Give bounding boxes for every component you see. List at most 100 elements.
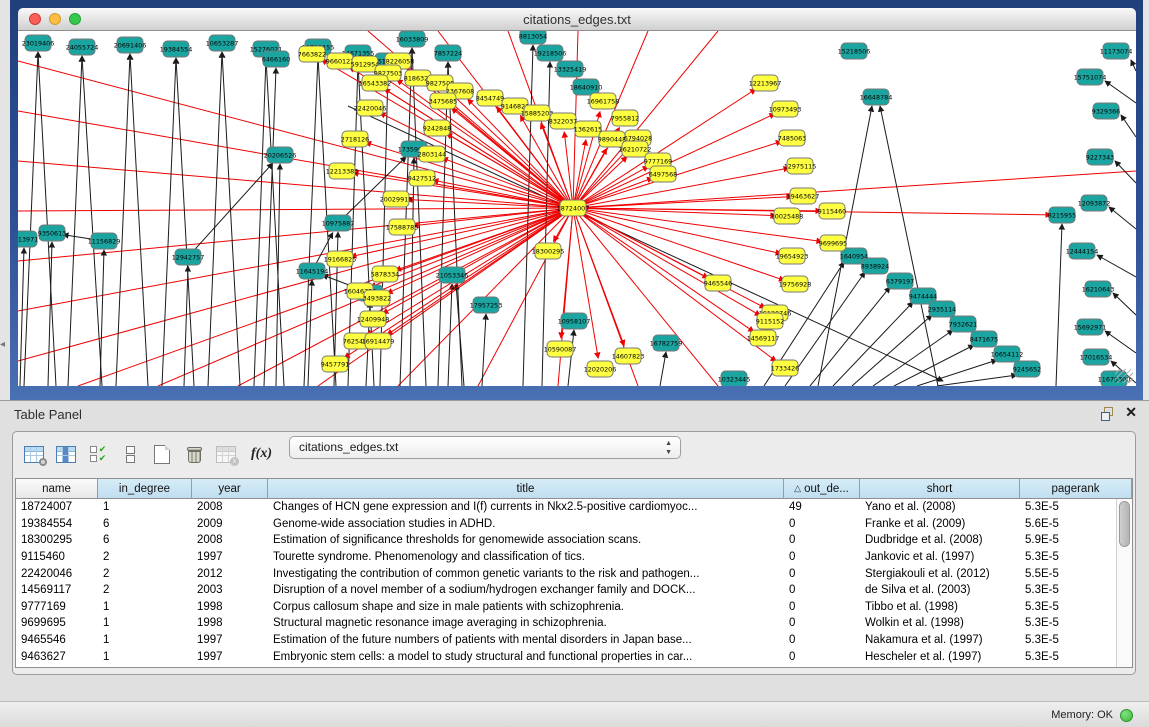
table-cell[interactable]: 18300295 <box>16 534 98 546</box>
table-cell[interactable]: 2 <box>98 568 192 580</box>
graph-node[interactable]: 18300295 <box>532 243 565 259</box>
graph-edge[interactable] <box>456 284 464 386</box>
graph-node[interactable]: 9699695 <box>819 235 847 251</box>
graph-node[interactable]: 8471675 <box>970 331 998 347</box>
graph-node[interactable]: 15692971 <box>1074 319 1107 335</box>
table-cell[interactable]: 22420046 <box>16 568 98 580</box>
table-cell[interactable]: 6 <box>98 518 192 530</box>
graph-node[interactable]: 19218506 <box>534 45 567 61</box>
table-cell[interactable]: 0 <box>784 518 860 530</box>
float-panel-icon[interactable] <box>1101 407 1115 420</box>
graph-node[interactable]: 15751074 <box>1074 69 1107 85</box>
table-cell[interactable]: Wolkin et al. (1998) <box>860 617 1020 629</box>
graph-edge[interactable] <box>410 158 414 386</box>
graph-edge[interactable] <box>308 280 312 386</box>
table-cell[interactable]: Hescheler et al. (1997) <box>860 651 1020 663</box>
graph-edge[interactable] <box>222 52 240 386</box>
graph-node[interactable]: 9465546 <box>704 275 732 291</box>
graph-node[interactable]: 11156829 <box>88 233 121 249</box>
graph-node[interactable]: 7485063 <box>778 130 806 146</box>
table-cell[interactable]: Embryonic stem cells: a model to study s… <box>268 651 784 663</box>
graph-edge[interactable] <box>810 287 890 386</box>
graph-edge[interactable] <box>116 54 130 386</box>
graph-node[interactable]: 2935114 <box>928 301 956 317</box>
graph-node[interactable]: 8938924 <box>861 258 889 274</box>
graph-node[interactable]: 19384554 <box>160 41 193 57</box>
table-cell[interactable]: 2008 <box>192 501 268 513</box>
graph-edge[interactable] <box>48 242 52 386</box>
table-cell[interactable]: Disruption of a novel member of a sodium… <box>268 584 784 596</box>
table-cell[interactable]: 1 <box>98 651 192 663</box>
graph-node[interactable]: 12975115 <box>784 158 817 174</box>
table-settings-button[interactable] <box>21 441 47 467</box>
column-header-out_de[interactable]: △out_de... <box>784 479 860 498</box>
network-window-titlebar[interactable]: citations_edges.txt <box>18 8 1136 31</box>
network-view-canvas[interactable]: 2301940624055724206914061938455410653287… <box>18 31 1136 386</box>
graph-node[interactable]: 16033809 <box>396 31 429 47</box>
graph-node[interactable]: 9350613 <box>38 225 66 241</box>
graph-node[interactable]: 9115152 <box>756 313 784 329</box>
graph-node[interactable]: 10590087 <box>544 341 577 357</box>
graph-node[interactable]: 17957253 <box>470 297 503 313</box>
graph-node[interactable]: 10975887 <box>322 215 355 231</box>
graph-edge[interactable] <box>873 330 953 386</box>
graph-node[interactable]: 19166825 <box>324 251 357 267</box>
graph-node[interactable]: 3313971 <box>18 231 38 247</box>
graph-node[interactable]: 17016534 <box>1080 349 1113 365</box>
table-cell[interactable]: 1998 <box>192 617 268 629</box>
graph-edge[interactable] <box>937 375 1017 386</box>
graph-edge[interactable] <box>573 208 1051 215</box>
table-row[interactable]: 911546021997Tourette syndrome. Phenomeno… <box>16 549 1132 566</box>
table-cell[interactable]: Changes of HCN gene expression and I(f) … <box>268 501 784 513</box>
resize-grip[interactable] <box>1115 369 1133 383</box>
graph-edge[interactable] <box>68 56 82 386</box>
table-cell[interactable]: 1 <box>98 601 192 613</box>
table-cell[interactable]: Yano et al. (2008) <box>860 501 1020 513</box>
graph-node[interactable]: 20691406 <box>114 37 147 53</box>
graph-edge[interactable] <box>1097 255 1136 277</box>
graph-node[interactable]: 15218506 <box>838 43 871 59</box>
table-cell[interactable]: 0 <box>784 551 860 563</box>
graph-edge[interactable] <box>18 61 573 208</box>
table-cell[interactable]: 0 <box>784 568 860 580</box>
graph-node[interactable]: 9427512 <box>408 170 436 186</box>
table-cell[interactable]: 49 <box>784 501 860 513</box>
table-cell[interactable]: 14569117 <box>16 584 98 596</box>
table-cell[interactable]: 9699695 <box>16 617 98 629</box>
table-cell[interactable]: 1997 <box>192 551 268 563</box>
graph-node[interactable]: 14569117 <box>747 330 780 346</box>
table-cell[interactable]: Genome-wide association studies in ADHD. <box>268 518 784 530</box>
column-header-year[interactable]: year <box>192 479 268 498</box>
table-row[interactable]: 1872400712008Changes of HCN gene express… <box>16 499 1132 516</box>
delete-column-button[interactable] <box>181 441 207 467</box>
table-cell[interactable]: Dudbridge et al. (2008) <box>860 534 1020 546</box>
close-panel-icon[interactable]: ✕ <box>1125 404 1137 420</box>
graph-node[interactable]: 1733426 <box>771 360 799 376</box>
graph-node[interactable]: 2718126 <box>341 131 369 147</box>
graph-edge[interactable] <box>880 106 938 386</box>
table-cell[interactable]: 0 <box>784 634 860 646</box>
table-cell[interactable]: Nakamura et al. (1997) <box>860 634 1020 646</box>
table-row[interactable]: 977716911998Corpus callosum shape and si… <box>16 599 1132 616</box>
graph-edge[interactable] <box>18 208 573 211</box>
graph-edge[interactable] <box>1056 224 1062 386</box>
graph-node[interactable]: 2803144 <box>418 146 446 162</box>
table-cell[interactable]: 0 <box>784 601 860 613</box>
delete-table-button[interactable]: x <box>213 441 239 467</box>
table-cell[interactable]: 18724007 <box>16 501 98 513</box>
table-cell[interactable]: 1 <box>98 634 192 646</box>
graph-edge[interactable] <box>573 114 775 208</box>
table-cell[interactable]: 2008 <box>192 534 268 546</box>
table-cell[interactable]: 2 <box>98 584 192 596</box>
graph-node[interactable]: 16543382 <box>359 75 392 91</box>
table-cell[interactable]: 1997 <box>192 651 268 663</box>
table-cell[interactable]: Stergiakouli et al. (2012) <box>860 568 1020 580</box>
graph-node[interactable]: 16648784 <box>860 89 893 105</box>
graph-edge[interactable] <box>1105 331 1136 353</box>
graph-edge[interactable] <box>130 54 148 386</box>
graph-edge[interactable] <box>573 31 718 208</box>
show-columns-button[interactable] <box>53 441 79 467</box>
table-cell[interactable]: 9777169 <box>16 601 98 613</box>
graph-node[interactable]: 12020206 <box>584 361 617 377</box>
table-cell[interactable]: Jankovic et al. (1997) <box>860 551 1020 563</box>
